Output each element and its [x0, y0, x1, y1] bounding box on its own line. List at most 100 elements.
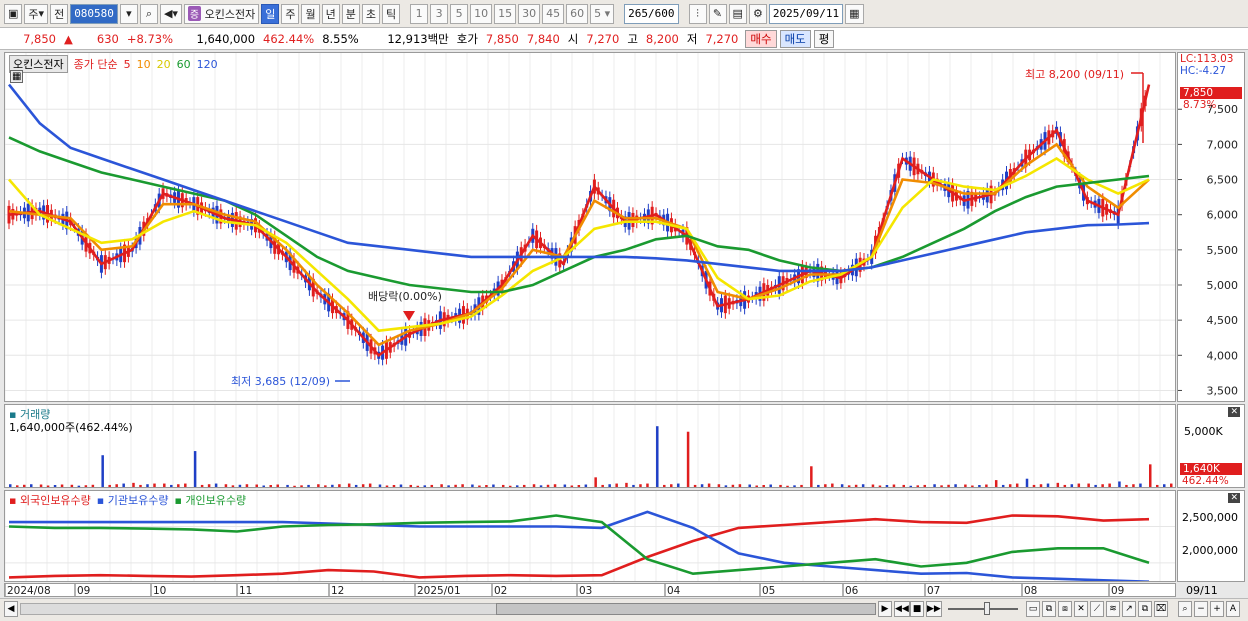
legend-institution: ▪ 기관보유수량: [96, 494, 169, 507]
date-input[interactable]: 2025/09/11: [768, 3, 844, 24]
holdings-axis: ✕ 2,500,000 2,000,000: [1177, 490, 1245, 582]
buy-button[interactable]: 매수: [745, 29, 777, 48]
calendar-icon[interactable]: ▦: [845, 3, 864, 24]
gear-icon[interactable]: ⚙: [748, 3, 767, 24]
stop-icon[interactable]: ■: [910, 601, 924, 617]
price-panel[interactable]: 오킨스전자 종가 단순 5 10 20 60 120 ▦ 최고 8,200 (0…: [4, 52, 1176, 402]
volume-bar: [656, 426, 659, 487]
volume-pct: 462.44%: [263, 31, 315, 46]
grid-toggle-icon[interactable]: ▦: [10, 70, 24, 83]
zoom-slider-track[interactable]: [948, 608, 1018, 610]
interval-year[interactable]: 년: [321, 3, 340, 24]
mult-10[interactable]: 10: [470, 3, 493, 24]
stock-name-field[interactable]: 증 오킨스전자: [183, 3, 260, 24]
window-icon[interactable]: ▣: [4, 3, 23, 24]
volume-bar: [23, 484, 26, 487]
layout-icon[interactable]: ▭: [1026, 601, 1040, 617]
volume-bar: [584, 484, 588, 487]
volume-bar: [207, 484, 211, 487]
open-price: 7,270: [586, 31, 620, 46]
period-select[interactable]: 주 ▾: [24, 3, 49, 24]
eval-button[interactable]: 평: [813, 29, 835, 48]
zoom-slider-handle[interactable]: [984, 602, 990, 615]
volume-bar: [440, 484, 443, 487]
arrow-tool-icon[interactable]: ↗: [1122, 601, 1136, 617]
volume-bar: [707, 483, 711, 487]
count-select[interactable]: 5 ▾: [590, 3, 615, 24]
scroll-left-icon[interactable]: ◀: [4, 601, 18, 617]
fib-icon[interactable]: ≋: [1106, 601, 1120, 617]
volume-bar: [101, 455, 104, 487]
interval-tick[interactable]: 틱: [381, 3, 401, 24]
volume-bar: [1156, 484, 1159, 487]
volume-bar: [1070, 484, 1074, 487]
cross-icon[interactable]: ✕: [1074, 601, 1088, 617]
volume-bar: [409, 484, 413, 487]
copy-icon[interactable]: ⧉: [1138, 601, 1152, 617]
volume-bar: [354, 484, 358, 487]
price-axis: 7,500 7,000 6,500 6,000 5,500 5,000 4,500 4,000…: [1177, 52, 1245, 402]
volume-bar: [1087, 483, 1090, 487]
holdings-close-icon[interactable]: ✕: [1228, 493, 1240, 503]
zoom-in-icon[interactable]: +: [1210, 601, 1224, 617]
volume-bar: [132, 482, 135, 487]
mult-45[interactable]: 45: [542, 3, 565, 24]
scrollbar-thumb[interactable]: [496, 603, 876, 615]
save-icon[interactable]: ▤: [728, 3, 747, 24]
volume-chart[interactable]: [4, 405, 1175, 487]
overlay-icon[interactable]: ⧈: [1058, 601, 1072, 617]
volume-bar: [238, 484, 242, 487]
volume-bar: [985, 484, 988, 487]
mult-5[interactable]: 5: [450, 3, 469, 24]
mult-15[interactable]: 15: [494, 3, 517, 24]
candle-icon[interactable]: ⫶: [688, 3, 707, 24]
scroll-right-icon[interactable]: ▶: [878, 601, 892, 617]
magnify-icon[interactable]: ⌕: [1178, 601, 1192, 617]
mult-1[interactable]: 1: [410, 3, 429, 24]
interval-day[interactable]: 일: [261, 3, 280, 24]
code-dropdown-icon[interactable]: ▾: [119, 3, 138, 24]
volume: 1,640,000: [196, 31, 256, 46]
draw-icon[interactable]: ✎: [708, 3, 727, 24]
lc-label: LC:113.03: [1180, 53, 1234, 65]
search-icon[interactable]: ⌕: [139, 3, 158, 24]
delete-icon[interactable]: ⌧: [1154, 601, 1168, 617]
legend-foreign: ▪ 외국인보유수량: [9, 494, 91, 507]
zoom-out-icon[interactable]: −: [1194, 601, 1208, 617]
volume-bar: [724, 485, 728, 487]
volume-bar: [909, 485, 913, 487]
volume-bar: [399, 484, 403, 487]
volume-bar: [170, 484, 173, 487]
holdings-legend: ▪ 외국인보유수량 ▪ 기관보유수량 ▪ 개인보유수량: [9, 492, 246, 508]
volume-bar: [361, 484, 365, 487]
mult-30[interactable]: 30: [518, 3, 541, 24]
price-chart[interactable]: [4, 53, 1175, 401]
volume-bar: [16, 485, 19, 487]
split-icon[interactable]: ⧉: [1042, 601, 1056, 617]
interval-month[interactable]: 월: [301, 3, 320, 24]
volume-close-icon[interactable]: ✕: [1228, 407, 1240, 417]
volume-bar: [1015, 483, 1019, 487]
volume-panel[interactable]: ▪ 거래량 1,640,000주(462.44%): [4, 404, 1176, 488]
text-tool-icon[interactable]: A: [1226, 601, 1240, 617]
volume-bar: [885, 485, 889, 487]
interval-second[interactable]: 초: [361, 3, 380, 24]
high-annotation: 최고 8,200 (09/11): [1025, 68, 1125, 81]
interval-week[interactable]: 주: [281, 3, 300, 24]
mult-60[interactable]: 60: [566, 3, 589, 24]
interval-minute[interactable]: 분: [341, 3, 360, 24]
volume-bar: [553, 484, 557, 487]
mult-3[interactable]: 3: [430, 3, 449, 24]
forward-icon[interactable]: ▶▶: [926, 601, 942, 617]
holdings-panel[interactable]: ▪ 외국인보유수량 ▪ 기관보유수량 ▪ 개인보유수량: [4, 490, 1176, 583]
open-label: 시: [567, 31, 579, 46]
trend-icon[interactable]: ⟋: [1090, 601, 1104, 617]
rewind-icon[interactable]: ◀◀: [894, 601, 910, 617]
stock-code-input[interactable]: 080580: [70, 3, 118, 24]
volume-info: 1,640,000주(462.44%): [9, 421, 133, 434]
prev-button[interactable]: 전: [50, 3, 69, 24]
range-input[interactable]: 265/600: [624, 3, 679, 24]
speaker-icon[interactable]: ◀▾: [159, 3, 182, 24]
sell-button[interactable]: 매도: [779, 29, 811, 48]
volume-bar: [385, 485, 389, 487]
